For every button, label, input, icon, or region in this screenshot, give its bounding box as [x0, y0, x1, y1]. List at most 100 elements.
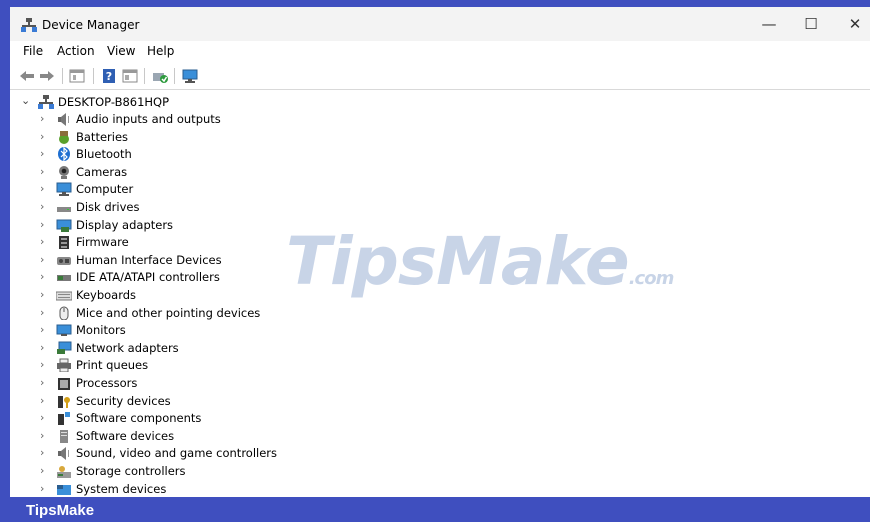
menu-action[interactable]: Action — [57, 44, 95, 58]
toolbar-separator — [62, 68, 63, 84]
tree-category-row[interactable]: › Cameras — [10, 164, 410, 182]
tree-category-label: Storage controllers — [76, 464, 186, 478]
tree-category-row[interactable]: › Batteries — [10, 129, 410, 147]
chevron-right-icon[interactable]: › — [40, 306, 44, 319]
tree-category-label: Keyboards — [76, 288, 137, 302]
tree-root[interactable]: ⌄ DESKTOP-B861HQP — [10, 93, 410, 111]
chevron-right-icon[interactable]: › — [40, 411, 44, 424]
footer-brand: TipsMake — [26, 502, 95, 519]
chevron-right-icon[interactable]: › — [40, 218, 44, 231]
battery-icon — [59, 130, 69, 144]
device-tree[interactable]: ⌄ DESKTOP-B861HQP › Audio inputs and outp… — [10, 91, 870, 497]
tree-category-label: Mice and other pointing devices — [76, 305, 261, 320]
close-button[interactable]: ✕ — [832, 7, 870, 41]
network-adapter-icon — [57, 341, 72, 354]
tree-category-row[interactable]: › Human Interface Devices — [10, 252, 410, 270]
chevron-right-icon[interactable]: › — [40, 270, 44, 283]
device-manager-app-icon — [21, 18, 37, 32]
bluetooth-icon — [58, 147, 70, 162]
tree-category-row[interactable]: › Firmware — [10, 234, 410, 252]
toolbar-separator — [174, 68, 175, 84]
display-adapter-icon — [56, 219, 72, 232]
hid-icon — [57, 256, 71, 265]
tree-category-row[interactable]: › Disk drives — [10, 199, 410, 217]
tree-category-label: Human Interface Devices — [76, 252, 222, 267]
svg-text:?: ? — [106, 70, 112, 83]
tree-category-label: Firmware — [76, 235, 129, 250]
minimize-button[interactable]: — — [746, 7, 792, 41]
tree-category-row[interactable]: › Processors — [10, 375, 410, 393]
chevron-right-icon[interactable]: › — [40, 482, 44, 495]
tree-category-label: Audio inputs and outputs — [76, 112, 221, 126]
tree-category-row[interactable]: › Display adapters — [10, 217, 410, 235]
tree-category-row[interactable]: › System devices — [10, 481, 410, 497]
menu-view[interactable]: View — [107, 44, 135, 58]
tree-category-label: IDE ATA/ATAPI controllers — [76, 270, 220, 285]
menu-help[interactable]: Help — [147, 44, 174, 58]
software-device-icon — [60, 429, 68, 443]
chevron-right-icon[interactable]: › — [40, 464, 44, 477]
chevron-right-icon[interactable]: › — [40, 323, 44, 336]
printer-icon — [57, 358, 71, 373]
chevron-down-icon[interactable]: ⌄ — [21, 94, 30, 107]
tree-category-row[interactable]: › Sound, video and game controllers — [10, 445, 410, 463]
chevron-right-icon[interactable]: › — [40, 429, 44, 442]
tree-category-label: Security devices — [76, 393, 171, 408]
ide-controller-icon — [57, 275, 71, 282]
camera-icon — [59, 165, 69, 179]
tree-category-row[interactable]: › Computer — [10, 181, 410, 199]
tree-category-label: System devices — [76, 481, 167, 496]
window-title: Device Manager — [42, 18, 140, 32]
update-driver-icon[interactable] — [152, 68, 168, 84]
tree-category-row[interactable]: › Storage controllers — [10, 463, 410, 481]
chevron-right-icon[interactable]: › — [40, 165, 44, 178]
tree-category-row[interactable]: › Audio inputs and outputs — [10, 111, 410, 129]
tree-category-label: Software devices — [76, 428, 175, 443]
menu-file[interactable]: File — [23, 44, 43, 58]
security-device-icon — [58, 395, 70, 408]
tree-category-label: Sound, video and game controllers — [76, 446, 278, 461]
title-bar[interactable]: Device Manager — ☐ ✕ — [10, 7, 870, 41]
tree-category-row[interactable]: › Software components — [10, 410, 410, 428]
monitor-scan-icon[interactable] — [182, 68, 198, 84]
tree-category-row[interactable]: › Print queues — [10, 357, 410, 375]
keyboard-icon — [56, 291, 72, 301]
toolbar-separator — [144, 68, 145, 84]
tree-category-row[interactable]: › Bluetooth — [10, 146, 410, 164]
chevron-right-icon[interactable]: › — [40, 376, 44, 389]
chevron-right-icon[interactable]: › — [40, 235, 44, 248]
monitor-icon — [56, 324, 72, 337]
tree-category-row[interactable]: › IDE ATA/ATAPI controllers — [10, 269, 410, 287]
forward-arrow-icon[interactable] — [39, 68, 55, 84]
device-manager-window: Device Manager — ☐ ✕ File Action View He… — [10, 7, 870, 497]
chevron-right-icon[interactable]: › — [40, 112, 44, 125]
tree-category-row[interactable]: › Keyboards — [10, 287, 410, 305]
processor-icon — [58, 378, 70, 390]
chevron-right-icon[interactable]: › — [40, 200, 44, 213]
tree-category-label: Computer — [76, 182, 134, 197]
tree-category-row[interactable]: › Monitors — [10, 322, 410, 340]
back-arrow-icon[interactable] — [19, 68, 35, 84]
tree-category-row[interactable]: › Security devices — [10, 393, 410, 411]
properties-icon[interactable] — [69, 68, 85, 84]
chevron-right-icon[interactable]: › — [40, 288, 44, 301]
show-hidden-icon[interactable] — [122, 68, 138, 84]
chevron-right-icon[interactable]: › — [40, 446, 44, 459]
chevron-right-icon[interactable]: › — [40, 253, 44, 266]
chevron-right-icon[interactable]: › — [40, 341, 44, 354]
firmware-icon — [59, 236, 69, 250]
speaker-icon — [58, 113, 69, 126]
chevron-right-icon[interactable]: › — [40, 147, 44, 160]
chevron-right-icon[interactable]: › — [40, 394, 44, 407]
chevron-right-icon[interactable]: › — [40, 130, 44, 143]
chevron-right-icon[interactable]: › — [40, 182, 44, 195]
chevron-right-icon[interactable]: › — [40, 358, 44, 371]
system-devices-icon — [57, 484, 71, 495]
tree-category-row[interactable]: › Network adapters — [10, 340, 410, 358]
tree-category-row[interactable]: › Software devices — [10, 428, 410, 446]
tree-category-row[interactable]: › Mice and other pointing devices — [10, 305, 410, 323]
toolbar: ? — [10, 63, 870, 90]
help-icon[interactable]: ? — [101, 68, 117, 84]
tree-category-label: Batteries — [76, 129, 129, 144]
maximize-button[interactable]: ☐ — [788, 7, 834, 41]
